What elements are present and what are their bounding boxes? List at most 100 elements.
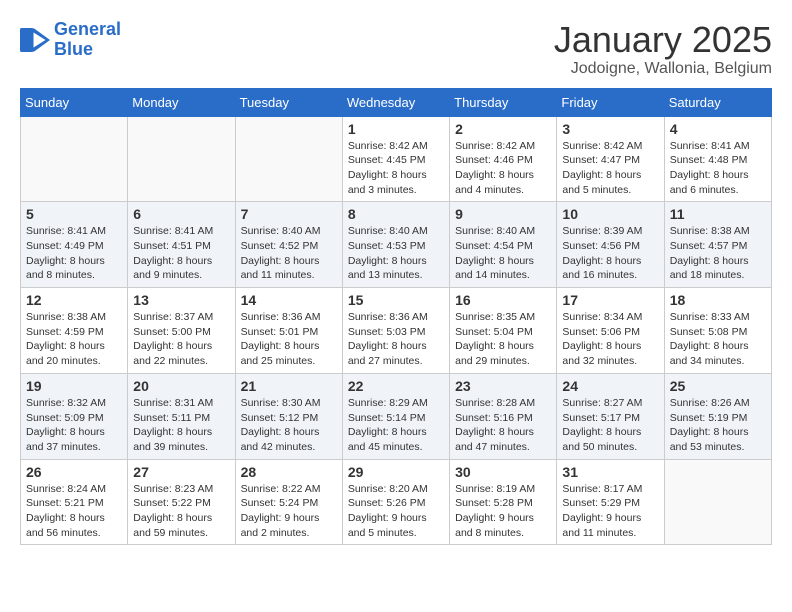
week-row-5: 26 Sunrise: 8:24 AM Sunset: 5:21 PM Dayli… bbox=[21, 459, 772, 545]
day-cell: 11 Sunrise: 8:38 AM Sunset: 4:57 PM Dayli… bbox=[664, 202, 771, 288]
weekday-header-friday: Friday bbox=[557, 88, 664, 116]
day-cell bbox=[128, 116, 235, 202]
day-cell: 8Sunrise: 8:40 AM Sunset: 4:53 PM Daylig… bbox=[342, 202, 449, 288]
logo: General Blue bbox=[20, 20, 121, 60]
day-info: Sunrise: 8:26 AM Sunset: 5:19 PM Dayligh… bbox=[670, 396, 766, 455]
day-cell: 16 Sunrise: 8:35 AM Sunset: 5:04 PM Dayli… bbox=[450, 288, 557, 374]
day-cell: 2 Sunrise: 8:42 AM Sunset: 4:46 PM Daylig… bbox=[450, 116, 557, 202]
day-number: 25 bbox=[670, 378, 766, 394]
day-cell: 14 Sunrise: 8:36 AM Sunset: 5:01 PM Dayli… bbox=[235, 288, 342, 374]
day-number: 22 bbox=[348, 378, 444, 394]
day-info: Sunrise: 8:42 AM Sunset: 4:47 PM Dayligh… bbox=[562, 139, 658, 198]
day-cell: 10 Sunrise: 8:39 AM Sunset: 4:56 PM Dayli… bbox=[557, 202, 664, 288]
day-info: Sunrise: 8:33 AM Sunset: 5:08 PM Dayligh… bbox=[670, 310, 766, 369]
day-number: 29 bbox=[348, 464, 444, 480]
day-info: Sunrise: 8:38 AM Sunset: 4:57 PM Dayligh… bbox=[670, 224, 766, 283]
day-info: Sunrise: 8:42 AM Sunset: 4:45 PM Dayligh… bbox=[348, 139, 444, 198]
day-number: 26 bbox=[26, 464, 122, 480]
day-info: Sunrise: 8:22 AM Sunset: 5:24 PM Dayligh… bbox=[241, 482, 337, 541]
day-cell: 6Sunrise: 8:41 AM Sunset: 4:51 PM Daylig… bbox=[128, 202, 235, 288]
day-info: Sunrise: 8:28 AM Sunset: 5:16 PM Dayligh… bbox=[455, 396, 551, 455]
day-info: Sunrise: 8:41 AM Sunset: 4:51 PM Dayligh… bbox=[133, 224, 229, 283]
day-number: 10 bbox=[562, 206, 658, 222]
day-info: Sunrise: 8:19 AM Sunset: 5:28 PM Dayligh… bbox=[455, 482, 551, 541]
day-cell: 7 Sunrise: 8:40 AM Sunset: 4:52 PM Daylig… bbox=[235, 202, 342, 288]
day-cell bbox=[235, 116, 342, 202]
day-cell: 15 Sunrise: 8:36 AM Sunset: 5:03 PM Dayli… bbox=[342, 288, 449, 374]
day-cell: 29Sunrise: 8:20 AM Sunset: 5:26 PM Dayli… bbox=[342, 459, 449, 545]
calendar-subtitle: Jodoigne, Wallonia, Belgium bbox=[554, 60, 772, 78]
weekday-header-wednesday: Wednesday bbox=[342, 88, 449, 116]
week-row-2: 5 Sunrise: 8:41 AM Sunset: 4:49 PM Daylig… bbox=[21, 202, 772, 288]
weekday-header-monday: Monday bbox=[128, 88, 235, 116]
calendar-table: SundayMondayTuesdayWednesdayThursdayFrid… bbox=[20, 88, 772, 546]
day-info: Sunrise: 8:37 AM Sunset: 5:00 PM Dayligh… bbox=[133, 310, 229, 369]
day-info: Sunrise: 8:42 AM Sunset: 4:46 PM Dayligh… bbox=[455, 139, 551, 198]
logo-line2: Blue bbox=[54, 39, 93, 59]
week-row-1: 1 Sunrise: 8:42 AM Sunset: 4:45 PM Daylig… bbox=[21, 116, 772, 202]
day-cell: 26 Sunrise: 8:24 AM Sunset: 5:21 PM Dayli… bbox=[21, 459, 128, 545]
day-info: Sunrise: 8:32 AM Sunset: 5:09 PM Dayligh… bbox=[26, 396, 122, 455]
day-cell: 27Sunrise: 8:23 AM Sunset: 5:22 PM Dayli… bbox=[128, 459, 235, 545]
day-number: 1 bbox=[348, 121, 444, 137]
day-cell: 24Sunrise: 8:27 AM Sunset: 5:17 PM Dayli… bbox=[557, 373, 664, 459]
day-cell bbox=[21, 116, 128, 202]
weekday-header-thursday: Thursday bbox=[450, 88, 557, 116]
page-header: General Blue January 2025 Jodoigne, Wall… bbox=[20, 20, 772, 78]
day-info: Sunrise: 8:23 AM Sunset: 5:22 PM Dayligh… bbox=[133, 482, 229, 541]
day-info: Sunrise: 8:38 AM Sunset: 4:59 PM Dayligh… bbox=[26, 310, 122, 369]
day-info: Sunrise: 8:40 AM Sunset: 4:52 PM Dayligh… bbox=[241, 224, 337, 283]
day-number: 23 bbox=[455, 378, 551, 394]
day-cell: 1 Sunrise: 8:42 AM Sunset: 4:45 PM Daylig… bbox=[342, 116, 449, 202]
calendar-title: January 2025 bbox=[554, 20, 772, 60]
weekday-header-sunday: Sunday bbox=[21, 88, 128, 116]
day-cell: 19Sunrise: 8:32 AM Sunset: 5:09 PM Dayli… bbox=[21, 373, 128, 459]
day-cell: 20 Sunrise: 8:31 AM Sunset: 5:11 PM Dayli… bbox=[128, 373, 235, 459]
day-info: Sunrise: 8:24 AM Sunset: 5:21 PM Dayligh… bbox=[26, 482, 122, 541]
day-cell: 22 Sunrise: 8:29 AM Sunset: 5:14 PM Dayli… bbox=[342, 373, 449, 459]
day-info: Sunrise: 8:29 AM Sunset: 5:14 PM Dayligh… bbox=[348, 396, 444, 455]
day-number: 16 bbox=[455, 292, 551, 308]
day-cell: 21Sunrise: 8:30 AM Sunset: 5:12 PM Dayli… bbox=[235, 373, 342, 459]
day-number: 20 bbox=[133, 378, 229, 394]
day-info: Sunrise: 8:41 AM Sunset: 4:49 PM Dayligh… bbox=[26, 224, 122, 283]
day-cell: 18Sunrise: 8:33 AM Sunset: 5:08 PM Dayli… bbox=[664, 288, 771, 374]
day-number: 11 bbox=[670, 206, 766, 222]
day-info: Sunrise: 8:27 AM Sunset: 5:17 PM Dayligh… bbox=[562, 396, 658, 455]
title-block: January 2025 Jodoigne, Wallonia, Belgium bbox=[554, 20, 772, 78]
day-number: 2 bbox=[455, 121, 551, 137]
day-info: Sunrise: 8:17 AM Sunset: 5:29 PM Dayligh… bbox=[562, 482, 658, 541]
day-number: 28 bbox=[241, 464, 337, 480]
day-cell: 13 Sunrise: 8:37 AM Sunset: 5:00 PM Dayli… bbox=[128, 288, 235, 374]
weekday-header-tuesday: Tuesday bbox=[235, 88, 342, 116]
logo-line1: General bbox=[54, 19, 121, 39]
day-number: 30 bbox=[455, 464, 551, 480]
day-cell: 12Sunrise: 8:38 AM Sunset: 4:59 PM Dayli… bbox=[21, 288, 128, 374]
weekday-header-row: SundayMondayTuesdayWednesdayThursdayFrid… bbox=[21, 88, 772, 116]
day-info: Sunrise: 8:31 AM Sunset: 5:11 PM Dayligh… bbox=[133, 396, 229, 455]
day-number: 7 bbox=[241, 206, 337, 222]
day-info: Sunrise: 8:40 AM Sunset: 4:54 PM Dayligh… bbox=[455, 224, 551, 283]
day-number: 21 bbox=[241, 378, 337, 394]
day-info: Sunrise: 8:35 AM Sunset: 5:04 PM Dayligh… bbox=[455, 310, 551, 369]
day-info: Sunrise: 8:41 AM Sunset: 4:48 PM Dayligh… bbox=[670, 139, 766, 198]
day-cell: 23 Sunrise: 8:28 AM Sunset: 5:16 PM Dayli… bbox=[450, 373, 557, 459]
day-cell: 31Sunrise: 8:17 AM Sunset: 5:29 PM Dayli… bbox=[557, 459, 664, 545]
day-cell: 30 Sunrise: 8:19 AM Sunset: 5:28 PM Dayli… bbox=[450, 459, 557, 545]
day-number: 9 bbox=[455, 206, 551, 222]
day-number: 14 bbox=[241, 292, 337, 308]
day-cell: 25 Sunrise: 8:26 AM Sunset: 5:19 PM Dayli… bbox=[664, 373, 771, 459]
day-number: 15 bbox=[348, 292, 444, 308]
logo-text: General Blue bbox=[54, 20, 121, 60]
week-row-3: 12Sunrise: 8:38 AM Sunset: 4:59 PM Dayli… bbox=[21, 288, 772, 374]
day-info: Sunrise: 8:39 AM Sunset: 4:56 PM Dayligh… bbox=[562, 224, 658, 283]
day-number: 3 bbox=[562, 121, 658, 137]
day-info: Sunrise: 8:36 AM Sunset: 5:01 PM Dayligh… bbox=[241, 310, 337, 369]
day-number: 5 bbox=[26, 206, 122, 222]
day-cell: 4Sunrise: 8:41 AM Sunset: 4:48 PM Daylig… bbox=[664, 116, 771, 202]
day-info: Sunrise: 8:36 AM Sunset: 5:03 PM Dayligh… bbox=[348, 310, 444, 369]
day-info: Sunrise: 8:40 AM Sunset: 4:53 PM Dayligh… bbox=[348, 224, 444, 283]
day-cell: 28 Sunrise: 8:22 AM Sunset: 5:24 PM Dayli… bbox=[235, 459, 342, 545]
day-cell: 17Sunrise: 8:34 AM Sunset: 5:06 PM Dayli… bbox=[557, 288, 664, 374]
day-number: 13 bbox=[133, 292, 229, 308]
